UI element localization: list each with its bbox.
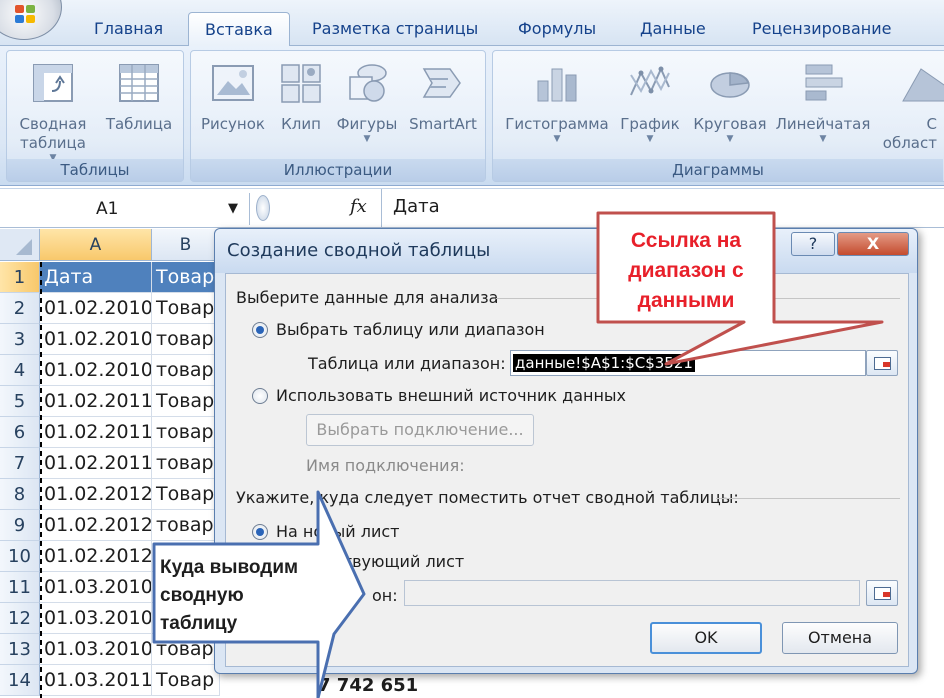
range-callout-text: Ссылка на диапазон с данными — [628, 229, 744, 312]
output-callout-text: Куда выводим сводную таблицу — [160, 557, 299, 634]
callout-shapes — [152, 211, 884, 698]
